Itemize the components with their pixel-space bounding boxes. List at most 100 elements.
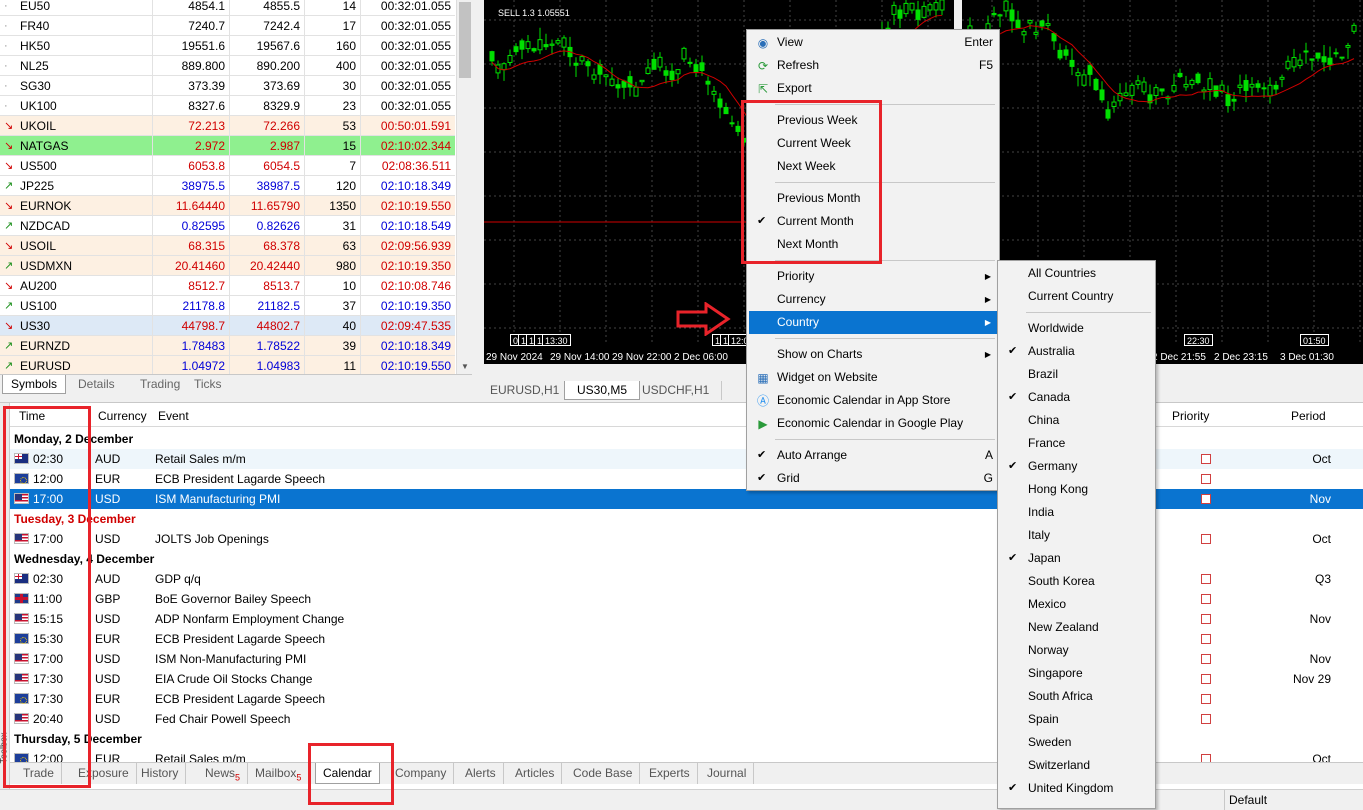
menu-item-widget-on-website[interactable]: ▦ Widget on Website	[749, 366, 997, 389]
tab-symbols[interactable]: Symbols	[2, 375, 67, 394]
country-item-singapore[interactable]: Singapore	[1000, 662, 1153, 685]
menu-item-show-on-charts[interactable]: Show on Charts ▶	[749, 343, 997, 366]
menu-item-export[interactable]: ⇱ Export	[749, 77, 997, 100]
tab-code-base[interactable]: Code Base	[566, 763, 641, 784]
tab-trading[interactable]: Trading	[132, 375, 188, 394]
calendar-event-row[interactable]: 17:00 USD ISM Non-Manufacturing PMI Nov	[10, 649, 1363, 669]
tab-alerts[interactable]: Alerts	[458, 763, 504, 784]
market-watch-row[interactable]: · FR40 7240.7 7242.4 17 00:32:01.055	[0, 16, 455, 36]
market-watch-row[interactable]: ↗ EURUSD 1.04972 1.04983 11 02:10:19.550	[0, 356, 455, 374]
calendar-event-row[interactable]: 12:00 EUR ECB President Lagarde Speech	[10, 469, 1363, 489]
chart-tab-usdchf-h1[interactable]: USDCHF,H1	[630, 381, 723, 400]
menu-item-view[interactable]: ◉ View Enter	[749, 31, 997, 54]
menu-item-auto-arrange[interactable]: ✔ Auto Arrange A	[749, 444, 997, 467]
tab-calendar[interactable]: Calendar	[315, 763, 380, 784]
scroll-down-arrow-icon[interactable]: ▼	[459, 362, 471, 372]
menu-item-next-month[interactable]: Next Month	[749, 233, 997, 256]
market-watch-row[interactable]: ↘ UKOIL 72.213 72.266 53 00:50:01.591	[0, 116, 455, 136]
tab-articles[interactable]: Articles	[508, 763, 563, 784]
market-watch-row[interactable]: ↗ NZDCAD 0.82595 0.82626 31 02:10:18.549	[0, 216, 455, 236]
market-watch-row[interactable]: · UK100 8327.6 8329.9 23 00:32:01.055	[0, 96, 455, 116]
toolbox-side-strip[interactable]: Toolbox	[0, 403, 10, 789]
country-item-japan[interactable]: ✔ Japan	[1000, 547, 1153, 570]
calendar-event-row[interactable]: 17:30 EUR ECB President Lagarde Speech	[10, 689, 1363, 709]
column-header-event[interactable]: Event	[158, 405, 189, 427]
calendar-event-row[interactable]: 15:30 EUR ECB President Lagarde Speech	[10, 629, 1363, 649]
menu-item-previous-month[interactable]: Previous Month	[749, 187, 997, 210]
column-header-period[interactable]: Period	[1291, 405, 1326, 427]
market-watch-row[interactable]: ↗ EURNZD 1.78483 1.78522 39 02:10:18.349	[0, 336, 455, 356]
market-watch-scrollbar[interactable]: ▼	[456, 0, 472, 374]
market-watch-row[interactable]: ↘ USOIL 68.315 68.378 63 02:09:56.939	[0, 236, 455, 256]
menu-item-priority[interactable]: Priority ▶	[749, 265, 997, 288]
country-item-united-kingdom[interactable]: ✔ United Kingdom	[1000, 777, 1153, 800]
scrollbar-thumb[interactable]	[459, 2, 471, 78]
market-watch-row[interactable]: · HK50 19551.6 19567.6 160 00:32:01.055	[0, 36, 455, 56]
country-item-brazil[interactable]: Brazil	[1000, 363, 1153, 386]
country-item-china[interactable]: China	[1000, 409, 1153, 432]
market-watch-row[interactable]: · EU50 4854.1 4855.5 14 00:32:01.055	[0, 0, 455, 16]
calendar-event-row[interactable]: 17:00 USD JOLTS Job Openings Oct	[10, 529, 1363, 549]
calendar-event-row[interactable]: 20:40 USD Fed Chair Powell Speech	[10, 709, 1363, 729]
country-item-all-countries[interactable]: All Countries	[1000, 262, 1153, 285]
calendar-event-row[interactable]: 17:00 USD ISM Manufacturing PMI Nov	[10, 489, 1363, 509]
country-item-hong-kong[interactable]: Hong Kong	[1000, 478, 1153, 501]
market-watch-row[interactable]: ↗ US100 21178.8 21182.5 37 02:10:19.350	[0, 296, 455, 316]
market-watch-row[interactable]: ↘ US30 44798.7 44802.7 40 02:09:47.535	[0, 316, 455, 336]
column-header-priority[interactable]: Priority	[1172, 405, 1209, 427]
profile-status[interactable]: Default	[1224, 790, 1267, 810]
menu-item-next-week[interactable]: Next Week	[749, 155, 997, 178]
market-watch-row[interactable]: ↘ US500 6053.8 6054.5 7 02:08:36.511	[0, 156, 455, 176]
market-watch-row[interactable]: ↘ NATGAS 2.972 2.987 15 02:10:02.344	[0, 136, 455, 156]
calendar-event-row[interactable]: 17:30 USD EIA Crude Oil Stocks Change Nov 2…	[10, 669, 1363, 689]
menu-item-economic-calendar-in-app-store[interactable]: Ⓐ Economic Calendar in App Store	[749, 389, 997, 412]
calendar-event-row[interactable]: 02:30 AUD GDP q/q Q3	[10, 569, 1363, 589]
market-watch-row[interactable]: ↘ EURNOK 11.64440 11.65790 1350 02:10:19.550	[0, 196, 455, 216]
market-watch-row[interactable]: ↗ JP225 38975.5 38987.5 120 02:10:18.349	[0, 176, 455, 196]
country-item-sweden[interactable]: Sweden	[1000, 731, 1153, 754]
calendar-event-row[interactable]: 11:00 GBP BoE Governor Bailey Speech	[10, 589, 1363, 609]
market-watch-row[interactable]: ↘ AU200 8512.7 8513.7 10 02:10:08.746	[0, 276, 455, 296]
tab-exposure[interactable]: Exposure	[71, 763, 137, 784]
tab-ticks[interactable]: Ticks	[186, 375, 230, 394]
menu-item-refresh[interactable]: ⟳ Refresh F5	[749, 54, 997, 77]
tab-company[interactable]: Company	[388, 763, 455, 784]
menu-item-country[interactable]: Country ▶	[749, 311, 997, 334]
country-item-new-zealand[interactable]: New Zealand	[1000, 616, 1153, 639]
country-item-south-korea[interactable]: South Korea	[1000, 570, 1153, 593]
tab-trade[interactable]: Trade	[16, 763, 62, 784]
country-item-italy[interactable]: Italy	[1000, 524, 1153, 547]
menu-item-current-month[interactable]: ✔ Current Month	[749, 210, 997, 233]
country-item-india[interactable]: India	[1000, 501, 1153, 524]
market-watch-row[interactable]: ↗ USDMXN 20.41460 20.42440 980 02:10:19.350	[0, 256, 455, 276]
country-item-mexico[interactable]: Mexico	[1000, 593, 1153, 616]
menu-item-current-week[interactable]: Current Week	[749, 132, 997, 155]
menu-item-economic-calendar-in-google-play[interactable]: ▶ Economic Calendar in Google Play	[749, 412, 997, 435]
market-watch-row[interactable]: · SG30 373.39 373.69 30 00:32:01.055	[0, 76, 455, 96]
country-item-worldwide[interactable]: Worldwide	[1000, 317, 1153, 340]
tab-experts[interactable]: Experts	[642, 763, 698, 784]
country-item-australia[interactable]: ✔ Australia	[1000, 340, 1153, 363]
country-item-switzerland[interactable]: Switzerland	[1000, 754, 1153, 777]
country-item-france[interactable]: France	[1000, 432, 1153, 455]
country-item-canada[interactable]: ✔ Canada	[1000, 386, 1153, 409]
tab-news[interactable]: News5	[198, 763, 249, 784]
tab-history[interactable]: History	[134, 763, 187, 784]
menu-item-grid[interactable]: ✔ Grid G	[749, 467, 997, 490]
tab-mailbox[interactable]: Mailbox5	[248, 763, 310, 784]
country-item-south-africa[interactable]: South Africa	[1000, 685, 1153, 708]
country-item-germany[interactable]: ✔ Germany	[1000, 455, 1153, 478]
country-item-norway[interactable]: Norway	[1000, 639, 1153, 662]
tab-journal[interactable]: Journal	[700, 763, 755, 784]
calendar-event-row[interactable]: 15:15 USD ADP Nonfarm Employment Change Nov	[10, 609, 1363, 629]
country-item-spain[interactable]: Spain	[1000, 708, 1153, 731]
country-item-current-country[interactable]: Current Country	[1000, 285, 1153, 308]
menu-item-previous-week[interactable]: Previous Week	[749, 109, 997, 132]
chart-tab-eurusd-h1[interactable]: EURUSD,H1	[478, 381, 573, 400]
column-header-time[interactable]: Time	[19, 405, 45, 427]
column-header-currency[interactable]: Currency	[98, 405, 147, 427]
chart-tab-us30-m5[interactable]: US30,M5	[564, 381, 641, 400]
calendar-event-row[interactable]: 02:30 AUD Retail Sales m/m Oct	[10, 449, 1363, 469]
menu-item-currency[interactable]: Currency ▶	[749, 288, 997, 311]
market-watch-row[interactable]: · NL25 889.800 890.200 400 00:32:01.055	[0, 56, 455, 76]
